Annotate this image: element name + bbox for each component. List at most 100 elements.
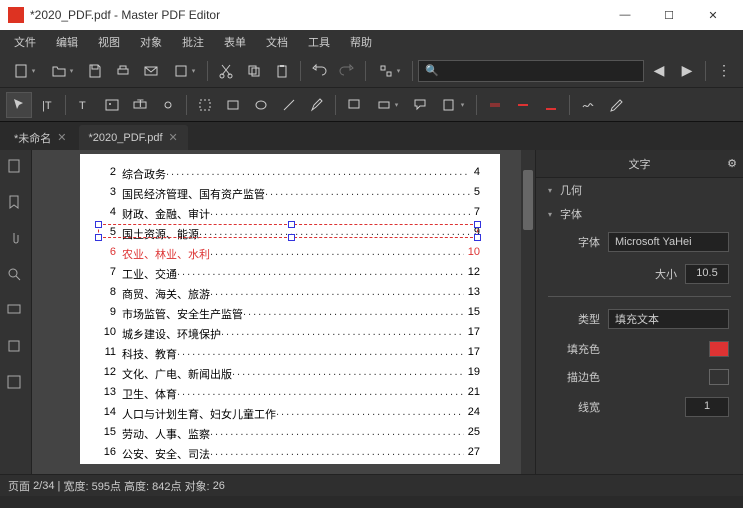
toc-line: 14人口与计划生育、妇女儿童工作........................… <box>100 406 480 422</box>
selection-box[interactable] <box>98 224 478 238</box>
rect-tool[interactable] <box>220 92 246 118</box>
callout-tool[interactable] <box>407 92 433 118</box>
text-tool[interactable]: |T <box>34 92 60 118</box>
tab-close-icon[interactable]: ✕ <box>169 131 178 144</box>
layers-icon[interactable] <box>6 338 26 358</box>
status-height-label: 高度: <box>124 478 149 494</box>
tab-untitled[interactable]: *未命名 ✕ <box>4 125 77 150</box>
stroke-label: 描边色 <box>550 369 600 385</box>
redo-button[interactable] <box>334 58 360 84</box>
panel-header: 文字 ⚙ <box>536 150 743 178</box>
toc-line: 12文化、广电、新闻出版............................… <box>100 366 480 382</box>
document-view[interactable]: 2综合政务...................................… <box>32 150 535 474</box>
copy-button[interactable] <box>241 58 267 84</box>
menu-annotate[interactable]: 批注 <box>172 31 214 53</box>
menu-document[interactable]: 文档 <box>256 31 298 53</box>
edit-text-tool[interactable]: T <box>71 92 97 118</box>
pencil-tool[interactable] <box>304 92 330 118</box>
menubar: 文件 编辑 视图 对象 批注 表单 文档 工具 帮助 <box>0 30 743 54</box>
toc-line: 8商贸、海关、旅游...............................… <box>100 286 480 302</box>
bookmarks-icon[interactable] <box>6 194 26 214</box>
toc-line: 15劳动、人事、监察..............................… <box>100 426 480 442</box>
initials-tool[interactable] <box>603 92 629 118</box>
svg-text:|T: |T <box>42 100 52 112</box>
font-select[interactable]: Microsoft YaHei <box>608 232 729 252</box>
status-page-value: 2/34 <box>33 480 54 492</box>
ellipse-tool[interactable] <box>248 92 274 118</box>
tab-document[interactable]: *2020_PDF.pdf ✕ <box>79 125 188 150</box>
status-obj-label: 对象: <box>185 478 210 494</box>
search-prev-button[interactable]: ◀ <box>646 58 672 84</box>
tab-close-icon[interactable]: ✕ <box>57 131 66 144</box>
signatures-icon[interactable] <box>6 374 26 394</box>
linewidth-input[interactable]: 1 <box>685 397 729 417</box>
section-font[interactable]: 字体 <box>536 202 743 226</box>
status-page-label: 页面 <box>8 478 30 494</box>
paste-button[interactable] <box>269 58 295 84</box>
stroke-color-swatch[interactable] <box>709 369 729 385</box>
attach-tool[interactable] <box>435 92 471 118</box>
scrollbar-vertical[interactable] <box>521 150 535 474</box>
close-button[interactable]: ✕ <box>691 0 735 30</box>
print-button[interactable] <box>110 58 136 84</box>
undo-button[interactable] <box>306 58 332 84</box>
tabbar: *未命名 ✕ *2020_PDF.pdf ✕ <box>0 122 743 150</box>
toc-line: 9市场监管、安全生产监管............................… <box>100 306 480 322</box>
type-label: 类型 <box>550 311 600 327</box>
linewidth-label: 线宽 <box>550 399 600 415</box>
main-area: 2综合政务...................................… <box>0 150 743 474</box>
open-button[interactable] <box>44 58 80 84</box>
highlight-text-tool[interactable] <box>482 92 508 118</box>
highlight-tool[interactable] <box>192 92 218 118</box>
svg-text:T: T <box>137 98 144 110</box>
menu-help[interactable]: 帮助 <box>340 31 382 53</box>
image-tool[interactable] <box>99 92 125 118</box>
line-tool[interactable] <box>276 92 302 118</box>
toc-line: 16公安、安全、司法..............................… <box>100 446 480 462</box>
scan-button[interactable] <box>166 58 202 84</box>
link-tool[interactable] <box>155 92 181 118</box>
form-text-tool[interactable]: T <box>127 92 153 118</box>
toc-line: 7工业、交通..................................… <box>100 266 480 282</box>
save-button[interactable] <box>82 58 108 84</box>
font-label: 字体 <box>550 234 600 250</box>
menu-view[interactable]: 视图 <box>88 31 130 53</box>
fill-color-swatch[interactable] <box>709 341 729 357</box>
menu-object[interactable]: 对象 <box>130 31 172 53</box>
select-tool[interactable] <box>6 92 32 118</box>
comments-icon[interactable] <box>6 302 26 322</box>
size-input[interactable]: 10.5 <box>685 264 729 284</box>
toc-line: 13卫生、体育.................................… <box>100 386 480 402</box>
maximize-button[interactable]: ☐ <box>647 0 691 30</box>
email-button[interactable] <box>138 58 164 84</box>
thumbnails-icon[interactable] <box>6 158 26 178</box>
attachments-icon[interactable] <box>6 230 26 250</box>
window-title: *2020_PDF.pdf - Master PDF Editor <box>30 8 603 22</box>
search-next-button[interactable]: ▶ <box>674 58 700 84</box>
stamp-tool[interactable] <box>369 92 405 118</box>
menu-tools[interactable]: 工具 <box>298 31 340 53</box>
cut-button[interactable] <box>213 58 239 84</box>
underline-tool[interactable] <box>538 92 564 118</box>
menu-edit[interactable]: 编辑 <box>46 31 88 53</box>
size-label: 大小 <box>627 266 677 282</box>
status-width-value: 595点 <box>92 478 121 494</box>
search-input[interactable]: 🔍 <box>418 60 644 82</box>
menu-file[interactable]: 文件 <box>4 31 46 53</box>
new-button[interactable] <box>6 58 42 84</box>
section-geometry[interactable]: 几何 <box>536 178 743 202</box>
tab-label: *未命名 <box>14 130 51 146</box>
status-height-value: 842点 <box>152 478 181 494</box>
strikeout-tool[interactable] <box>510 92 536 118</box>
panel-settings-icon[interactable]: ⚙ <box>727 157 737 170</box>
toolbar-main: 🔍 ◀ ▶ ⋮ <box>0 54 743 88</box>
minimize-button[interactable]: — <box>603 0 647 30</box>
zoom-button[interactable] <box>371 58 407 84</box>
note-tool[interactable] <box>341 92 367 118</box>
type-select[interactable]: 填充文本 <box>608 309 729 329</box>
settings-button[interactable]: ⋮ <box>711 58 737 84</box>
pdf-page: 2综合政务...................................… <box>80 154 500 464</box>
sign-tool[interactable] <box>575 92 601 118</box>
search-panel-icon[interactable] <box>6 266 26 286</box>
menu-forms[interactable]: 表单 <box>214 31 256 53</box>
